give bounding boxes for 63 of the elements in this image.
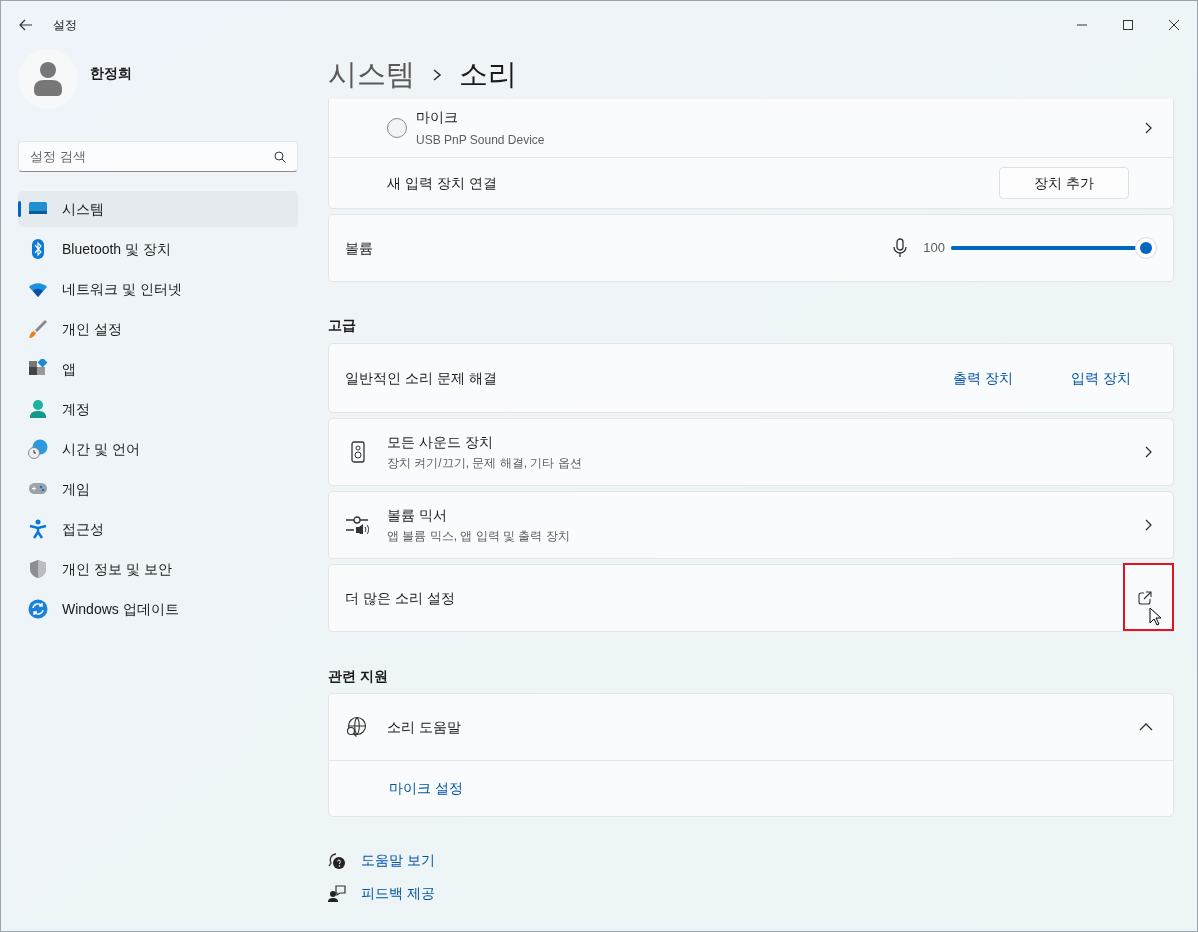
- troubleshoot-link[interactable]: 입력 장치: [1071, 367, 1131, 389]
- globe-search-icon: [345, 716, 367, 738]
- cursor-icon: [1149, 607, 1161, 626]
- troubleshoot-link[interactable]: 출력 장치: [953, 367, 1014, 389]
- person-icon: [28, 399, 48, 419]
- shield-icon: [28, 559, 48, 579]
- device-detail: USB PnP Sound Device: [416, 132, 545, 149]
- help-icon: [328, 851, 346, 870]
- speaker-icon: [351, 441, 365, 463]
- add-device-button[interactable]: 장치 추가: [999, 167, 1129, 199]
- setting-label: 일반적인 소리 문제 해결: [345, 368, 497, 388]
- sidebar-item[interactable]: 게임: [18, 471, 298, 507]
- sidebar-item[interactable]: Windows 업데이트: [18, 591, 298, 627]
- feedback-icon: [328, 884, 346, 903]
- selection-indicator: [18, 201, 21, 217]
- setting-label: 새 입력 장치 연결: [387, 173, 497, 193]
- footer-link[interactable]: 도움말 보기: [361, 850, 435, 871]
- maximize-icon[interactable]: [1122, 20, 1134, 30]
- section-heading: 고급: [328, 316, 357, 333]
- help-link[interactable]: 마이크 설정: [389, 778, 463, 799]
- sidebar-item[interactable]: 시간 및 언어: [18, 431, 298, 467]
- mixer-icon: [346, 516, 370, 534]
- window-title: 설정: [53, 17, 77, 34]
- volume-slider[interactable]: [951, 237, 1157, 259]
- radio-button[interactable]: [387, 118, 407, 138]
- setting-title: 소리 도움말: [387, 717, 461, 737]
- microphone-icon: [893, 238, 908, 258]
- chevron-icon: [431, 67, 443, 82]
- sidebar-item[interactable]: 시스템: [18, 191, 298, 227]
- search-icon: [274, 151, 286, 163]
- chevron-up-icon[interactable]: [1139, 722, 1153, 732]
- breadcrumb-item[interactable]: 시스템: [328, 52, 415, 97]
- footer-link[interactable]: 피드백 제공: [361, 883, 435, 904]
- user-name: 한정희: [90, 64, 132, 83]
- sidebar-item[interactable]: 개인 설정: [18, 311, 298, 347]
- breadcrumb-item: 소리: [459, 56, 517, 92]
- paintbrush-icon: [28, 319, 48, 339]
- globe-clock-icon: [28, 439, 48, 459]
- volume-reading: 100: [923, 239, 945, 258]
- chevron-icon: [1143, 445, 1153, 459]
- close-icon[interactable]: [1168, 20, 1180, 30]
- back-icon[interactable]: [19, 19, 33, 31]
- search-field[interactable]: 설정 검색: [18, 141, 298, 172]
- setting-label: 볼륨: [345, 238, 373, 258]
- chevron-icon: [1143, 518, 1153, 532]
- chevron-icon: [1143, 121, 1153, 135]
- external-link-icon[interactable]: [1138, 591, 1152, 605]
- setting-title: 모든 사운드 장치: [387, 433, 494, 452]
- setting-description: 앱 볼륨 믹스, 앱 입력 및 출력 장치: [387, 528, 570, 545]
- sidebar-item[interactable]: 네트워크 및 인터넷: [18, 271, 298, 307]
- device-name: 마이크: [416, 108, 459, 127]
- sidebar-item[interactable]: 계정: [18, 391, 298, 427]
- accessibility-icon: [28, 519, 48, 539]
- section-heading: 관련 지원: [328, 667, 389, 684]
- setting-title: 더 많은 소리 설정: [345, 588, 455, 608]
- slider-thumb[interactable]: [1135, 237, 1157, 259]
- sidebar-item[interactable]: 개인 정보 및 보안: [18, 551, 298, 587]
- sidebar-item[interactable]: 접근성: [18, 511, 298, 547]
- refresh-icon: [28, 599, 48, 619]
- setting-title: 볼륨 믹서: [387, 506, 448, 525]
- setting-description: 장치 켜기/끄기, 문제 해결, 기타 옵션: [387, 455, 582, 472]
- sidebar-item[interactable]: 앱: [18, 351, 298, 387]
- sidebar-item[interactable]: Bluetooth 및 장치: [18, 231, 298, 267]
